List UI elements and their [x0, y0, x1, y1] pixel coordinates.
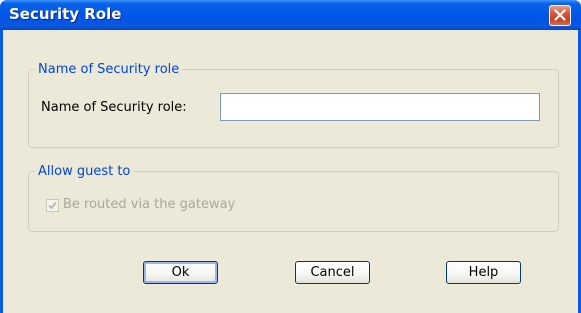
window-title: Security Role — [9, 5, 122, 23]
security-role-dialog: Security Role Name of Security role Name… — [0, 0, 581, 313]
dialog-body: Name of Security role Name of Security r… — [3, 30, 578, 313]
name-of-security-role-group: Name of Security role Name of Security r… — [28, 62, 559, 148]
checkmark-icon — [48, 201, 57, 210]
routed-via-gateway-checkbox[interactable] — [46, 199, 59, 212]
security-role-name-label: Name of Security role: — [41, 100, 187, 115]
allow-guest-to-group: Allow guest to Be routed via the gateway — [28, 164, 559, 232]
ok-button[interactable]: Ok — [143, 261, 218, 284]
close-button[interactable] — [549, 5, 571, 26]
guest-group-legend: Allow guest to — [35, 164, 134, 180]
security-role-name-input[interactable] — [220, 93, 540, 121]
routed-via-gateway-label: Be routed via the gateway — [63, 197, 236, 212]
help-button[interactable]: Help — [446, 261, 521, 284]
name-group-legend: Name of Security role — [35, 62, 183, 78]
cancel-button[interactable]: Cancel — [295, 261, 370, 284]
close-icon — [554, 9, 566, 21]
title-bar[interactable]: Security Role — [0, 0, 581, 30]
